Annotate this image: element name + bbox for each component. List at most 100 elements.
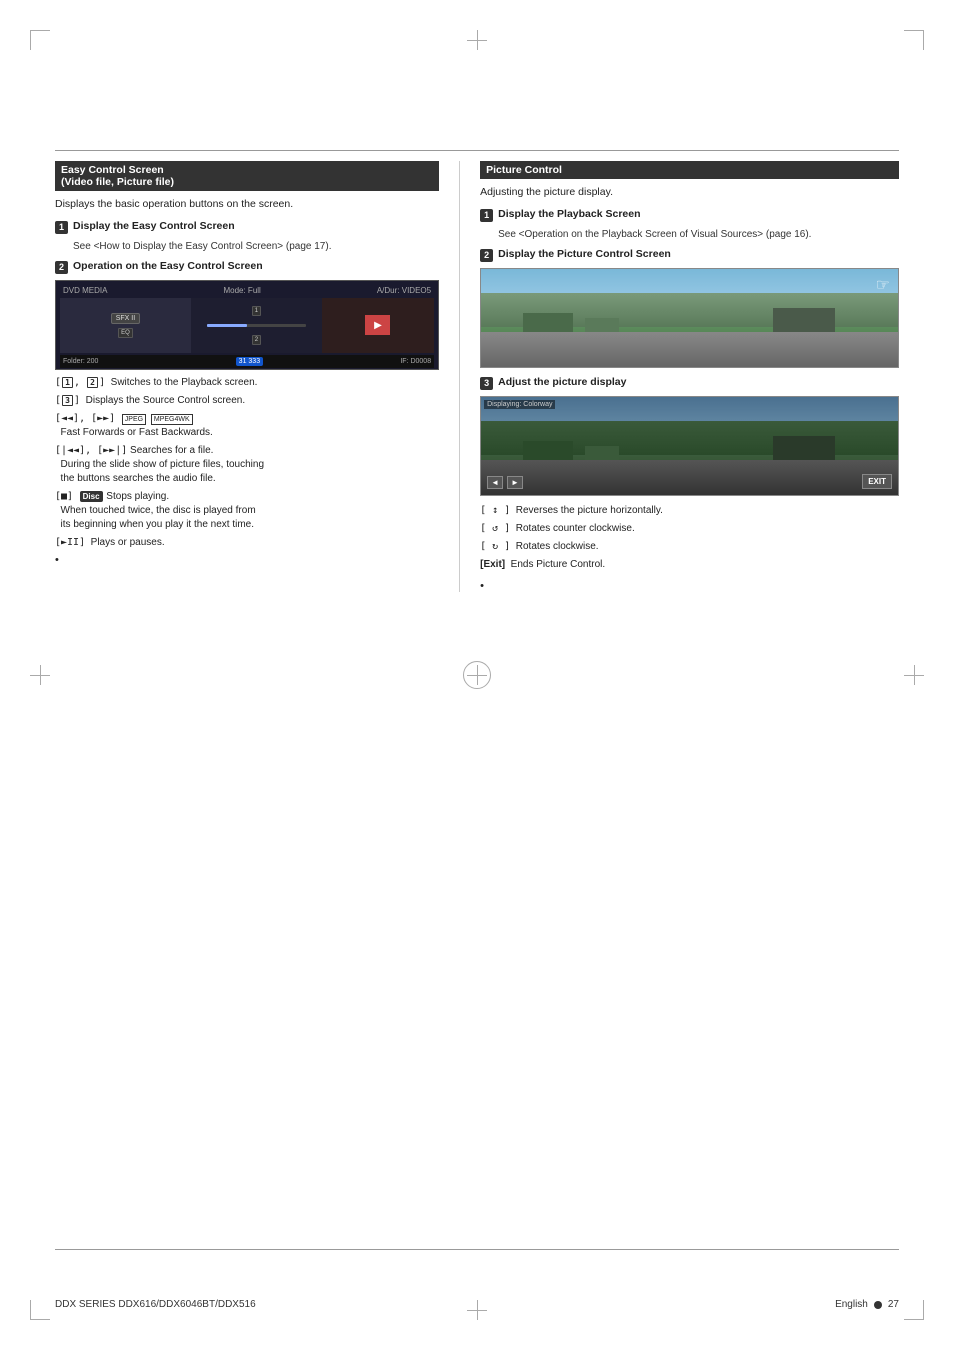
crop-mark-tl — [30, 30, 50, 50]
step1-body: See <How to Display the Easy Control Scr… — [73, 240, 439, 254]
right-step2-title: Display the Picture Control Screen — [498, 248, 671, 260]
device-top-bar: DVD MEDIA Mode: Full A/Dur: VIDEO5 — [60, 285, 434, 296]
format-mpeg: MPEG4WK — [151, 414, 193, 426]
device-progress-bar — [207, 324, 305, 327]
device-left-panel: SFX II EQ — [60, 298, 191, 353]
crop-mark-br — [904, 1300, 924, 1320]
building1 — [523, 313, 573, 333]
right-step3: 3 Adjust the picture display — [480, 376, 899, 390]
language-label: English — [835, 1299, 868, 1310]
picture-adjusted-image: Displaying: Colorway ◄ ► EXIT — [480, 396, 899, 496]
building2 — [585, 318, 618, 333]
device-num1-btn: 1 — [252, 306, 261, 316]
displaying-label: Displaying: Colorway — [484, 400, 555, 409]
device-sfx-btn: SFX II — [111, 313, 140, 324]
arrow-right: ► — [507, 476, 523, 489]
building6 — [773, 436, 836, 461]
left-intro: Displays the basic operation buttons on … — [55, 197, 439, 212]
device-play-area: ▶ — [365, 315, 390, 335]
control-arrows: ◄ ► — [487, 476, 523, 489]
ctrl-note-2: [ ↺ ] Rotates counter clockwise. — [480, 522, 899, 536]
op-key-4: [|◄◄], [►►|] — [55, 445, 127, 456]
device-screen: DVD MEDIA Mode: Full A/Dur: VIDEO5 SFX I… — [55, 280, 439, 370]
step2-num: 2 — [55, 261, 68, 274]
left-step2: 2 Operation on the Easy Control Screen — [55, 260, 439, 274]
page-footer: DDX SERIES DDX616/DDX6046BT/DDX516 Engli… — [55, 1299, 899, 1310]
device-num2-btn: 2 — [252, 335, 261, 345]
device-right-panel: ▶ — [322, 298, 434, 353]
device-if-label: IF: D0008 — [400, 358, 431, 365]
right-step2: 2 Display the Picture Control Screen — [480, 248, 899, 262]
picture-control-image: ☞ — [480, 268, 899, 368]
ctrl-key-exit: [Exit] — [480, 559, 505, 570]
left-column: Easy Control Screen (Video file, Picture… — [55, 161, 460, 592]
right-step1-title: Display the Playback Screen — [498, 208, 640, 220]
format-jpeg: JPEG — [122, 414, 146, 426]
op-key-2: [3] — [55, 395, 80, 406]
crosshair-right — [904, 665, 924, 685]
device-play-icon: ▶ — [374, 320, 382, 331]
op-note-5: [■] Disc Stops playing. When touched twi… — [55, 490, 439, 532]
device-folder-label: Folder: 200 — [63, 358, 98, 365]
op-note-6: [►II] Plays or pauses. — [55, 536, 439, 550]
road2-layer — [481, 460, 898, 494]
arrow-left: ◄ — [487, 476, 503, 489]
bullet-right: • — [480, 580, 899, 592]
building3 — [773, 308, 836, 333]
device-main-area: SFX II EQ 1 2 ▶ — [60, 298, 434, 353]
device-center-panel: 1 2 — [191, 298, 322, 353]
right-step1: 1 Display the Playback Screen — [480, 208, 899, 222]
crosshair-top — [467, 30, 487, 50]
left-step1: 1 Display the Easy Control Screen — [55, 220, 439, 234]
right-step3-title: Adjust the picture display — [498, 376, 626, 388]
op-note-4: [|◄◄], [►►|] Searches for a file. During… — [55, 444, 439, 486]
right-step3-num: 3 — [480, 377, 493, 390]
device-bottom-bar: Folder: 200 31 333 IF: D0008 — [60, 355, 434, 368]
ctrl-note-1: [ ↕ ] Reverses the picture horizontally. — [480, 504, 899, 518]
bullet-left: • — [55, 554, 439, 566]
two-columns: Easy Control Screen (Video file, Picture… — [55, 151, 899, 592]
device-time-badge: 31 333 — [236, 357, 263, 366]
ctrl-note-3: [ ↻ ] Rotates clockwise. — [480, 540, 899, 554]
picture-controls-list: [ ↕ ] Reverses the picture horizontally.… — [480, 504, 899, 572]
op-key-5: [■] — [55, 491, 73, 502]
crop-mark-tr — [904, 30, 924, 50]
right-step1-body: See <Operation on the Playback Screen of… — [498, 228, 899, 242]
step2-title: Operation on the Easy Control Screen — [73, 260, 263, 272]
device-top-left: DVD MEDIA — [63, 286, 107, 295]
page-dot-icon — [874, 1301, 882, 1309]
device-top-mode: Mode: Full — [223, 286, 260, 295]
op-note-1: [1, 2] Switches to the Playback screen. — [55, 376, 439, 390]
ctrl-note-4: [Exit] Ends Picture Control. — [480, 558, 899, 572]
page-number: 27 — [888, 1299, 899, 1310]
op-key-3: [◄◄], [►►] — [55, 413, 115, 424]
ctrl-key-2: [ ↺ ] — [480, 523, 510, 534]
device-eq-btn: EQ — [118, 328, 133, 338]
right-section-header: Picture Control — [480, 161, 899, 179]
main-content: Easy Control Screen (Video file, Picture… — [55, 150, 899, 1250]
crop-mark-bl — [30, 1300, 50, 1320]
left-section-header: Easy Control Screen (Video file, Picture… — [55, 161, 439, 191]
road-layer — [481, 332, 898, 366]
op-key-6: [►II] — [55, 537, 85, 548]
step1-title: Display the Easy Control Screen — [73, 220, 235, 232]
crosshair-left — [30, 665, 50, 685]
step1-num: 1 — [55, 221, 68, 234]
right-column: Picture Control Adjusting the picture di… — [460, 161, 899, 592]
ctrl-key-1: [ ↕ ] — [480, 505, 510, 516]
right-step1-num: 1 — [480, 209, 493, 222]
disc-badge: Disc — [80, 491, 103, 502]
building5 — [585, 446, 618, 461]
op-key-1: [1, 2] — [55, 377, 105, 388]
op-note-3: [◄◄], [►►] JPEG MPEG4WK Fast Forwards or… — [55, 412, 439, 440]
ctrl-key-3: [ ↻ ] — [480, 541, 510, 552]
exit-button[interactable]: EXIT — [862, 474, 892, 489]
device-progress-fill — [207, 324, 246, 327]
page-number-area: English 27 — [835, 1299, 899, 1310]
building4 — [523, 441, 573, 461]
op-note-2: [3] Displays the Source Control screen. — [55, 394, 439, 408]
right-intro: Adjusting the picture display. — [480, 185, 899, 200]
right-step2-num: 2 — [480, 249, 493, 262]
device-top-right: A/Dur: VIDEO5 — [377, 286, 431, 295]
series-label: DDX SERIES DDX616/DDX6046BT/DDX516 — [55, 1299, 256, 1310]
